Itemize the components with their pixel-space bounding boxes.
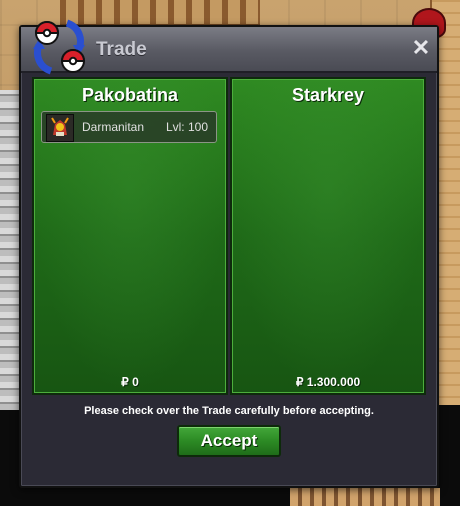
money-offer-self: ₽ 0 (121, 375, 139, 389)
trade-notice: Please check over the Trade carefully be… (84, 405, 374, 417)
trade-panel-self: Pakobatina Darmanitan Lvl: 100 ₽ 0 (32, 77, 228, 395)
trade-panel-partner: Starkrey ₽ 1.300.000 (230, 77, 426, 395)
pokemon-level: Lvl: 100 (165, 120, 208, 134)
player-name-self: Pakobatina (81, 85, 179, 105)
trade-item-slot[interactable]: Darmanitan Lvl: 100 (41, 111, 217, 143)
pokemon-name: Darmanitan (82, 120, 145, 134)
accept-button[interactable]: Accept (177, 425, 281, 457)
floor-edge (290, 488, 440, 506)
player-name-partner: Starkrey (291, 85, 365, 105)
money-offer-partner: ₽ 1.300.000 (295, 375, 361, 389)
close-button[interactable]: ✕ (411, 37, 431, 59)
darmanitan-sprite-icon (46, 114, 74, 142)
pokeball-swap-icon (33, 19, 86, 75)
trade-window: Trade ✕ Pakobatina Darmanitan Lvl: 100 ₽… (19, 19, 439, 488)
window-title: Trade (96, 39, 147, 60)
